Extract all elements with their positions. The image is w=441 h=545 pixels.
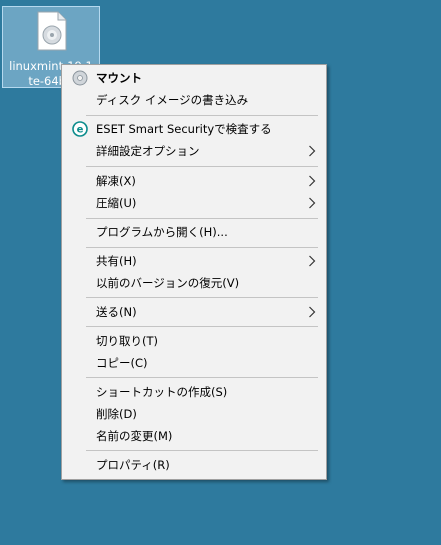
menu-item-eset-scan[interactable]: e ESET Smart Securityで検査する [62,118,326,140]
menu-item-burn-disc-image[interactable]: ディスク イメージの書き込み [62,89,326,111]
menu-item-mount[interactable]: マウント [62,67,326,89]
chevron-right-icon [309,175,316,187]
menu-item-share[interactable]: 共有(H) [62,250,326,272]
svg-text:e: e [77,125,84,136]
menu-item-label: ディスク イメージの書き込み [96,93,249,107]
menu-item-label: 圧縮(U) [96,196,137,210]
chevron-right-icon [309,306,316,318]
menu-item-label: 送る(N) [96,305,137,319]
menu-separator [86,166,318,167]
menu-item-advanced-options[interactable]: 詳細設定オプション [62,140,326,162]
menu-item-extract[interactable]: 解凍(X) [62,170,326,192]
menu-item-label: 削除(D) [96,407,137,421]
menu-item-label: 切り取り(T) [96,334,158,348]
menu-item-label: ショートカットの作成(S) [96,385,228,399]
menu-item-create-shortcut[interactable]: ショートカットの作成(S) [62,381,326,403]
eset-icon: e [72,121,88,137]
menu-item-compress[interactable]: 圧縮(U) [62,192,326,214]
menu-item-label: マウント [96,71,142,85]
menu-item-send-to[interactable]: 送る(N) [62,301,326,323]
menu-item-label: 名前の変更(M) [96,429,173,443]
menu-item-open-with[interactable]: プログラムから開く(H)... [62,221,326,243]
menu-item-label: 共有(H) [96,254,137,268]
chevron-right-icon [309,197,316,209]
menu-separator [86,326,318,327]
disc-image-file-icon [37,11,67,51]
menu-item-label: ESET Smart Securityで検査する [96,122,272,136]
chevron-right-icon [309,255,316,267]
menu-item-rename[interactable]: 名前の変更(M) [62,425,326,447]
chevron-right-icon [309,145,316,157]
menu-item-delete[interactable]: 削除(D) [62,403,326,425]
menu-separator [86,450,318,451]
menu-item-label: 詳細設定オプション [96,144,200,158]
menu-item-label: プロパティ(R) [96,458,170,472]
menu-item-label: 解凍(X) [96,174,136,188]
menu-item-cut[interactable]: 切り取り(T) [62,330,326,352]
menu-separator [86,247,318,248]
menu-separator [86,115,318,116]
menu-separator [86,297,318,298]
menu-item-properties[interactable]: プロパティ(R) [62,454,326,476]
menu-item-copy[interactable]: コピー(C) [62,352,326,374]
menu-separator [86,218,318,219]
menu-item-restore-previous-versions[interactable]: 以前のバージョンの復元(V) [62,272,326,294]
menu-item-label: 以前のバージョンの復元(V) [96,276,240,290]
context-menu: マウント ディスク イメージの書き込み e ESET Smart Securit… [61,64,327,480]
menu-separator [86,377,318,378]
disc-icon [72,70,88,86]
menu-item-label: プログラムから開く(H)... [96,225,228,239]
menu-item-label: コピー(C) [96,356,148,370]
